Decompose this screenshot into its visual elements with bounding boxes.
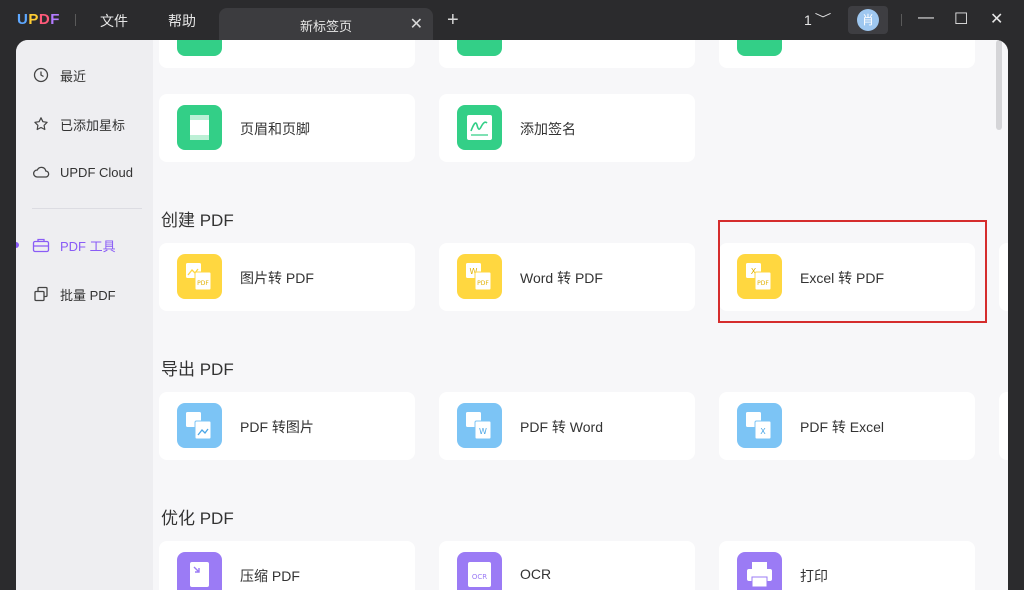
svg-text:PDF: PDF [477,280,489,287]
scrollbar-thumb[interactable] [996,40,1002,130]
pdf-to-word-icon: W [457,403,502,448]
sidebar-item-label: 批量 PDF [60,287,116,303]
avatar: 肖 [857,9,879,31]
app-window: 最近 已添加星标 UPDF Cloud PDF 工具 批量 PDF 页眉和页脚 … [16,40,1008,590]
word-to-pdf-icon: W PDF [457,254,502,299]
pdf-to-image-icon [177,403,222,448]
tab-title: 新标签页 [299,19,352,34]
tool-card-compress-pdf[interactable]: 压缩 PDF [159,541,415,590]
pdf-to-excel-icon: X [737,403,782,448]
tab-new-tab[interactable]: 新标签页 ✕ [219,8,433,40]
tool-label: PDF 转图片 [240,419,314,435]
tool-label: 压缩 PDF [240,568,300,584]
cloud-icon [32,163,50,181]
compress-icon [177,552,222,590]
sidebar-item-label: UPDF Cloud [60,164,133,180]
tab-close-icon[interactable]: ✕ [410,14,423,34]
tool-card-pdf-to-image[interactable]: PDF 转图片 [159,392,415,460]
clock-icon [32,66,50,84]
menu-file[interactable]: 文件 [100,11,128,31]
scrollbar[interactable] [996,40,1002,590]
tool-card-ocr[interactable]: OCR OCR [439,541,695,590]
tool-label: 添加签名 [520,121,576,137]
svg-text:X: X [760,427,766,436]
sidebar-item-label: 最近 [60,68,87,84]
signature-icon [457,105,502,150]
divider [901,14,902,26]
tool-label: Word 转 PDF [520,270,603,286]
title-bar: UPDF 文件 帮助 新标签页 ✕ + 1 ﹀ 肖 — ☐ ✕ [0,0,1024,40]
divider [32,208,142,209]
sidebar-item-recent[interactable]: 最近 [32,64,86,86]
sidebar-item-label: 已添加星标 [60,117,126,133]
tool-card-image-to-pdf[interactable]: PDF 图片转 PDF [159,243,415,311]
svg-text:OCR: OCR [472,573,487,581]
tool-card-pdf-to-word[interactable]: W PDF 转 Word [439,392,695,460]
tool-card-print[interactable]: 打印 [719,541,975,590]
active-indicator [16,242,19,248]
divider [75,14,76,26]
svg-text:W: W [479,427,487,436]
toolbox-icon [32,236,50,254]
printer-icon [737,552,782,590]
tool-card-word-to-pdf[interactable]: W PDF Word 转 PDF [439,243,695,311]
account-button[interactable]: 肖 [848,6,888,34]
maximize-button[interactable]: ☐ [954,9,968,29]
tool-icon [737,40,782,56]
ocr-icon: OCR [457,552,502,590]
menu-help[interactable]: 帮助 [168,11,196,31]
tool-label: PDF 转 Word [520,419,603,435]
tool-label: 图片转 PDF [240,270,314,286]
tool-card-add-signature[interactable]: 添加签名 [439,94,695,162]
tools-panel: 页眉和页脚 添加签名 创建 PDF PDF 图片转 PDF W PDF Word … [153,40,1008,590]
tool-icon [177,40,222,56]
header-footer-icon [177,105,222,150]
sidebar-item-starred[interactable]: 已添加星标 [32,113,125,135]
sidebar: 最近 已添加星标 UPDF Cloud PDF 工具 批量 PDF [16,40,153,590]
section-title-export: 导出 PDF [161,360,234,379]
tool-card[interactable] [439,40,695,68]
chevron-down-icon[interactable]: ﹀ [815,10,832,27]
star-icon [32,115,50,133]
section-title-create: 创建 PDF [161,211,234,230]
tool-card-pdf-to-excel[interactable]: X PDF 转 Excel [719,392,975,460]
tool-icon [457,40,502,56]
section-title-optimize: 优化 PDF [161,509,234,528]
minimize-button[interactable]: — [918,9,934,27]
sidebar-item-pdf-tools[interactable]: PDF 工具 [32,234,116,256]
sidebar-item-label: PDF 工具 [60,238,116,254]
sidebar-item-cloud[interactable]: UPDF Cloud [32,161,133,183]
tool-card[interactable] [159,40,415,68]
tool-card-header-footer[interactable]: 页眉和页脚 [159,94,415,162]
page-count[interactable]: 1 [804,12,812,28]
image-to-pdf-icon: PDF [177,254,222,299]
tool-label: 打印 [800,568,828,584]
sidebar-item-batch[interactable]: 批量 PDF [32,283,116,305]
tool-card[interactable] [719,40,975,68]
svg-text:PDF: PDF [197,280,209,287]
highlight-box [718,220,987,323]
new-tab-button[interactable]: + [447,9,459,32]
tool-label: OCR [520,566,552,582]
close-button[interactable]: ✕ [990,9,1003,29]
tool-label: PDF 转 Excel [800,419,885,435]
tool-label: 页眉和页脚 [240,121,310,137]
updf-logo: UPDF [17,11,60,28]
batch-icon [32,285,50,303]
